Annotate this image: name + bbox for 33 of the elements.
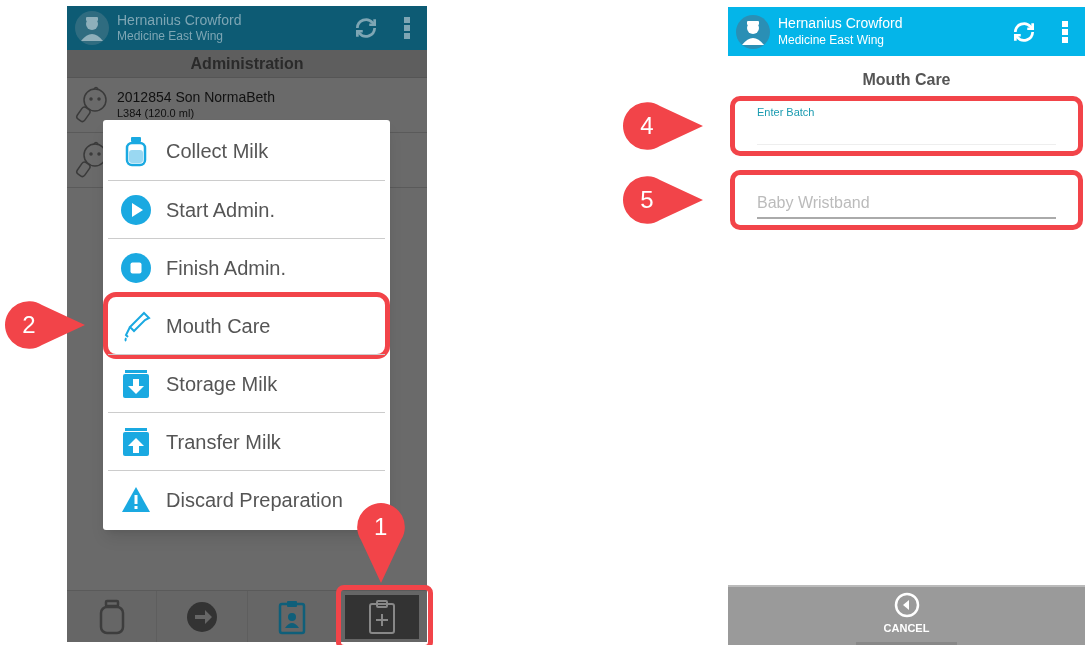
menu-item[interactable]: Mouth Care [108, 297, 385, 354]
ward-name: Medicine East Wing [117, 29, 225, 45]
menu-label: Transfer Milk [166, 429, 281, 455]
nurse-avatar-icon [736, 14, 770, 49]
callout-number: 2 [22, 313, 36, 337]
play-icon [120, 193, 152, 226]
more-menu-icon[interactable] [403, 16, 411, 40]
nurse-avatar-icon [75, 11, 109, 45]
menu-item[interactable]: Start Admin. [108, 181, 385, 238]
ward-name: Medicine East Wing [778, 32, 886, 48]
nav-tab[interactable] [345, 594, 420, 639]
stop-icon [120, 251, 152, 284]
download-box-icon [120, 367, 152, 400]
menu-label: Storage Milk [166, 371, 278, 397]
sync-icon[interactable] [353, 15, 379, 41]
screen-title: Mouth Care [861, 70, 952, 90]
menu-item[interactable]: Transfer Milk [108, 413, 385, 470]
user-name: Hernanius Crowford [117, 11, 242, 30]
patient-detail: L384 (120.0 ml) [117, 106, 196, 121]
patient-name: 2012854 Son NormaBeth [117, 89, 275, 107]
callout-number: 4 [640, 114, 654, 138]
menu-item[interactable]: Finish Admin. [108, 239, 385, 296]
more-menu-icon[interactable] [1061, 19, 1069, 44]
menu-label: Mouth Care [166, 313, 271, 339]
menu-label: Start Admin. [166, 197, 275, 223]
upload-box-icon [120, 425, 152, 458]
menu-label: Collect Milk [166, 139, 269, 164]
menu-item[interactable]: Storage Milk [108, 355, 385, 412]
floating-label: Enter Batch [757, 105, 816, 120]
user-name: Hernanius Crowford [778, 15, 903, 33]
menu-label: Finish Admin. [166, 255, 287, 281]
callout-number: 5 [640, 188, 654, 212]
menu-label: Discard Preparation [166, 487, 343, 513]
